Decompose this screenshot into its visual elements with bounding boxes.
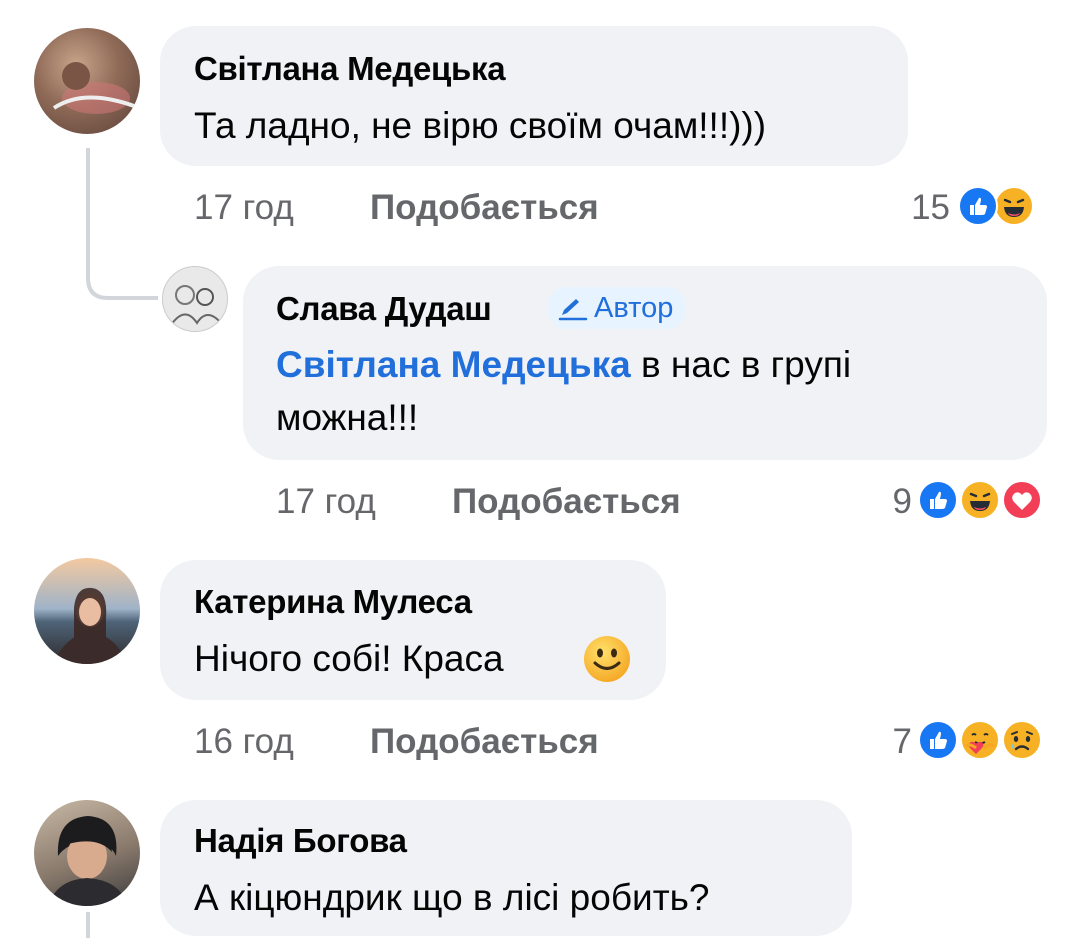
comment-text: Та ладно, не вірю своїм очам!!!))) <box>194 105 767 146</box>
reply-reaction-count[interactable]: 9 <box>860 482 912 522</box>
care-icon[interactable] <box>960 720 1000 760</box>
avatar-kateryna[interactable] <box>34 558 140 664</box>
comment-author[interactable]: Світлана Медецька <box>194 50 506 88</box>
comment-author[interactable]: Катерина Мулеса <box>194 583 472 621</box>
reaction-count[interactable]: 15 <box>880 188 950 228</box>
mention-link[interactable]: Світлана Медецька <box>276 344 631 385</box>
thread-connector-line <box>86 148 158 300</box>
avatar-sketch-icon <box>170 285 222 326</box>
reaction-count[interactable]: 7 <box>860 722 912 762</box>
reply-text-line2: можна!!! <box>276 397 419 438</box>
comment-text-label: Нічого собі! Краса <box>194 638 504 679</box>
avatar-svitlana[interactable] <box>34 28 140 134</box>
reply-text-rest: в нас в групі <box>630 344 852 385</box>
like-button[interactable]: Подобається <box>370 722 599 762</box>
haha-icon[interactable] <box>960 480 1000 520</box>
avatar-photo-icon <box>52 62 135 114</box>
avatar-slava[interactable] <box>162 266 228 332</box>
comment-author[interactable]: Надія Богова <box>194 822 407 860</box>
comment-text: Нічого собі! Краса <box>194 630 504 688</box>
like-icon[interactable] <box>918 480 958 520</box>
haha-icon[interactable] <box>994 186 1034 226</box>
pencil-icon <box>558 299 588 321</box>
comment-time[interactable]: 16 год <box>194 722 294 762</box>
love-icon[interactable] <box>1002 480 1042 520</box>
author-badge: Автор <box>548 287 686 329</box>
like-icon[interactable] <box>918 720 958 760</box>
avatar-nadiya[interactable] <box>34 800 140 906</box>
reply-time[interactable]: 17 год <box>276 482 376 522</box>
smile-emoji-icon <box>584 636 630 682</box>
reply-text-line1: Світлана Медецька в нас в групі <box>276 336 851 394</box>
reply-author[interactable]: Слава Дудаш <box>276 290 492 328</box>
sad-icon[interactable] <box>1002 720 1042 760</box>
like-button[interactable]: Подобається <box>370 188 599 228</box>
comment-time[interactable]: 17 год <box>194 188 294 228</box>
thread-continuation-line <box>86 912 90 938</box>
reply-like-button[interactable]: Подобається <box>452 482 681 522</box>
comment-text: А кіцюндрик що в лісі робить? <box>194 877 710 918</box>
author-badge-label: Автор <box>594 292 674 324</box>
like-icon[interactable] <box>958 186 998 226</box>
avatar-photo-icon <box>48 816 128 906</box>
avatar-photo-icon <box>54 587 126 664</box>
